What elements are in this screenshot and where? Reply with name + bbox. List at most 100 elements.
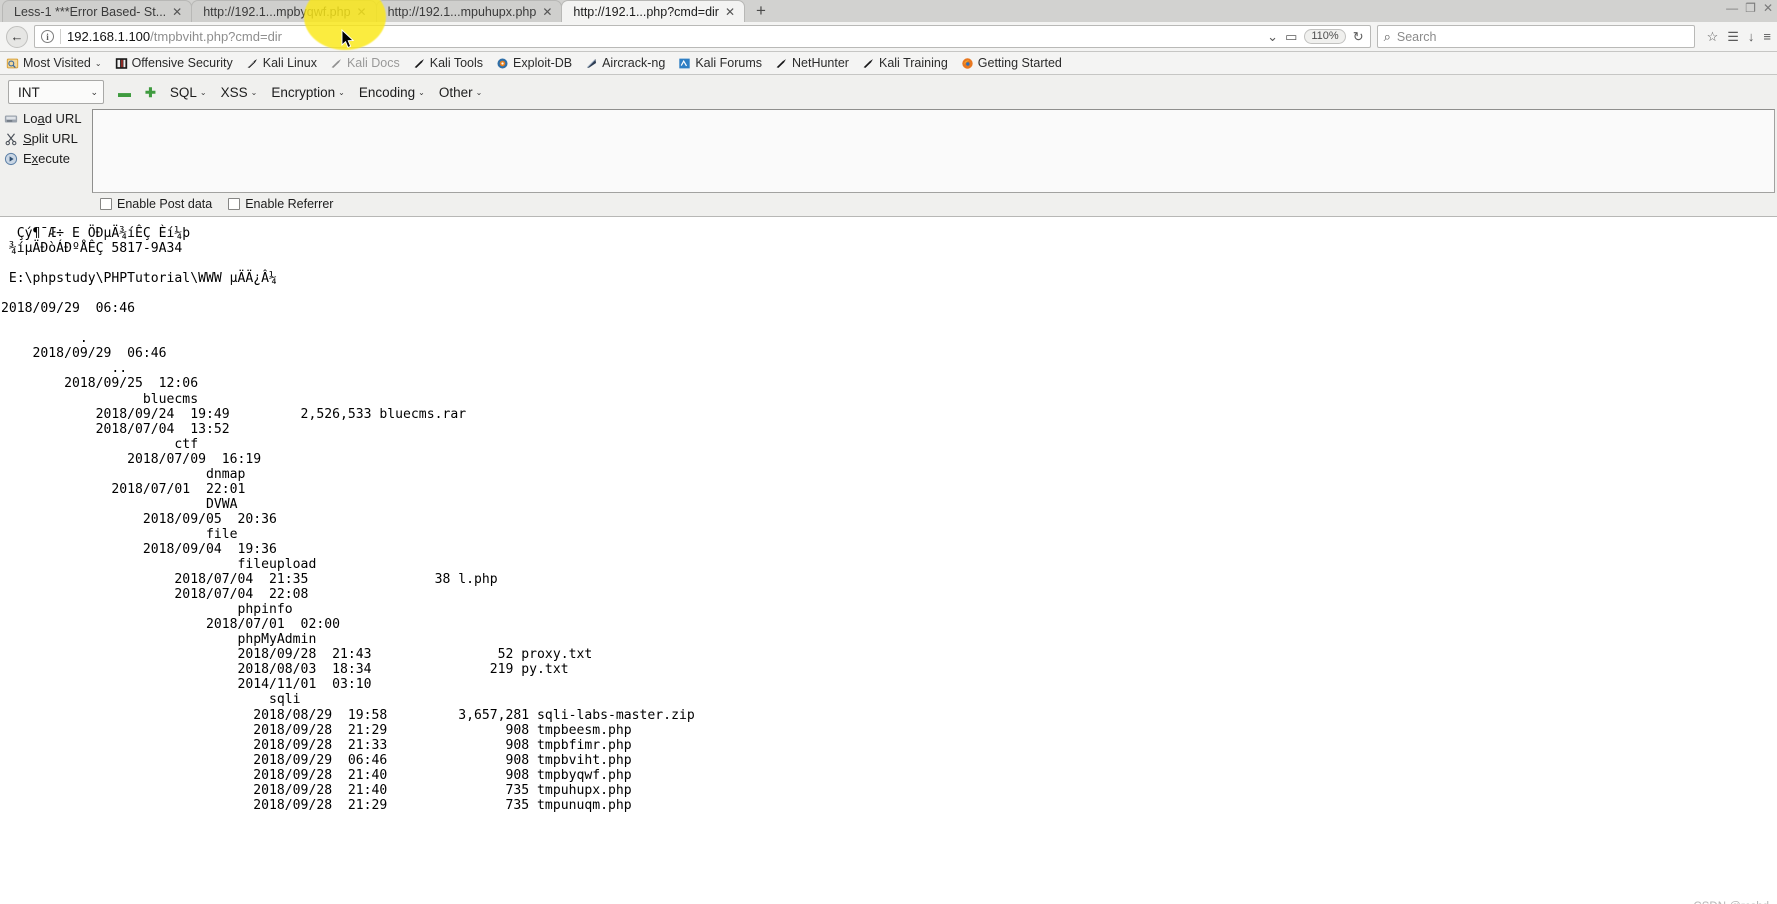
chevron-down-icon: ⌄ (338, 87, 345, 97)
reader-view-icon[interactable]: ▭ (1285, 30, 1297, 43)
checkbox-box[interactable] (228, 198, 241, 210)
bookmark-label: Exploit-DB (513, 56, 573, 70)
bookmark-kali-linux[interactable]: Kali Linux (246, 56, 317, 70)
enable-post-data-checkbox[interactable]: Enable Post data (100, 197, 212, 211)
kali-dragon-icon (331, 58, 341, 68)
back-button[interactable]: ← (6, 25, 28, 48)
hackbar-type-value: INT (18, 84, 40, 100)
bookmark-label: Kali Linux (262, 56, 317, 70)
tab-label: http://192.1...php?cmd=dir (573, 4, 719, 19)
bookmark-getting-started[interactable]: Getting Started (961, 56, 1062, 70)
url-bar[interactable]: i 192.168.1.100/tmpbviht.php?cmd=dir ⌄ ▭… (34, 25, 1371, 48)
close-icon[interactable]: ✕ (725, 6, 735, 18)
close-icon[interactable]: ✕ (542, 6, 552, 18)
bookmark-label: Most Visited (23, 56, 91, 70)
checkbox-label: Enable Post data (117, 197, 213, 211)
split-url-label: Split URL (23, 131, 78, 146)
bookmark-label: Kali Docs (346, 56, 400, 70)
minimize-icon[interactable]: — (1726, 1, 1738, 15)
bookmark-most-visited[interactable]: Most Visited ⌄ (6, 56, 102, 70)
hackbar-type-select[interactable]: INT ⌄ (8, 80, 104, 104)
zoom-level-badge[interactable]: 110% (1304, 29, 1346, 44)
page-info-icon[interactable]: i (41, 30, 54, 43)
execute-button[interactable]: Execute (4, 151, 92, 166)
load-url-label: Load URL (23, 111, 82, 126)
chevron-down-icon: ⌄ (250, 87, 258, 97)
browser-tab-3[interactable]: http://192.1...mpuhupx.php ✕ (375, 0, 563, 22)
browser-tab-4-active[interactable]: http://192.1...php?cmd=dir ✕ (561, 0, 746, 22)
bookmark-kali-docs[interactable]: Kali Docs (330, 56, 400, 70)
back-arrow-icon: ← (10, 29, 24, 44)
chevron-down-icon: ⌄ (475, 87, 483, 97)
chevron-down-icon: ⌄ (199, 87, 207, 97)
library-icon[interactable]: ☰ (1727, 30, 1739, 43)
enable-referrer-checkbox[interactable]: Enable Referrer (228, 197, 333, 211)
aircrack-icon (587, 58, 597, 68)
url-text: 192.168.1.100/tmpbviht.php?cmd=dir (67, 29, 1261, 44)
hackbar-menu-row: INT ⌄ ▬ ✚ SQL ⌄ XSS ⌄ Encryption ⌄ Encod… (0, 80, 1777, 109)
app-menu-icon[interactable]: ≡ (1763, 30, 1771, 43)
reload-icon[interactable]: ↻ (1353, 30, 1364, 43)
dir-command-output: Çý¶¯Æ÷ E ÖÐµÄ¾íÊÇ Èí¼þ ¾íµÄÐòÁÐºÅÊÇ 5817… (1, 226, 695, 813)
search-bar[interactable]: ⌕ Search (1376, 25, 1695, 48)
split-url-button[interactable]: Split URL (4, 131, 92, 146)
bookmark-kali-forums[interactable]: Kali Forums (678, 56, 762, 70)
window-close-icon[interactable]: ✕ (1763, 1, 1773, 15)
chevron-down-icon: ⌄ (94, 58, 102, 68)
url-divider (60, 29, 61, 44)
window-controls: — ❐ ✕ (1726, 1, 1773, 15)
tab-strip: Less-1 ***Error Based- St... ✕ http://19… (0, 0, 1777, 22)
hackbar-menu-sql[interactable]: SQL ⌄ (170, 85, 207, 100)
bookmark-label: Getting Started (977, 56, 1062, 70)
load-url-icon (4, 115, 18, 122)
hackbar-menu-encryption[interactable]: Encryption ⌄ (271, 85, 345, 100)
menu-label: XSS (220, 84, 248, 100)
maximize-icon[interactable]: ❐ (1745, 1, 1756, 15)
close-icon[interactable]: ✕ (357, 6, 367, 18)
menu-label: SQL (169, 84, 197, 100)
hackbar-menu-other[interactable]: Other ⌄ (439, 85, 482, 100)
bookmark-exploit-db[interactable]: Exploit-DB (496, 56, 572, 70)
bookmark-kali-tools[interactable]: Kali Tools (413, 56, 483, 70)
bookmark-nethunter[interactable]: NetHunter (775, 56, 849, 70)
bookmark-aircrack-ng[interactable]: Aircrack-ng (585, 56, 665, 70)
navigation-toolbar: ← i 192.168.1.100/tmpbviht.php?cmd=dir ⌄… (0, 22, 1777, 52)
bookmark-label: Aircrack-ng (602, 56, 666, 70)
remove-row-button[interactable]: ▬ (118, 86, 131, 99)
menu-label: Other (438, 84, 473, 100)
bookmark-star-icon[interactable]: ☆ (1707, 30, 1719, 43)
chevron-down-icon: ⌄ (90, 86, 98, 97)
kali-dragon-icon (863, 58, 873, 68)
toolbar-actions: ☆ ☰ ↓ ≡ (1701, 30, 1771, 43)
new-tab-button[interactable]: + (744, 2, 776, 21)
chevron-down-icon: ⌄ (418, 87, 425, 97)
tab-label: http://192.1...mpuhupx.php (387, 4, 537, 19)
checkbox-label: Enable Referrer (245, 197, 334, 211)
bookmark-label: Kali Training (878, 56, 948, 70)
checkbox-box[interactable] (100, 198, 112, 210)
hackbar-toolbar: INT ⌄ ▬ ✚ SQL ⌄ XSS ⌄ Encryption ⌄ Encod… (0, 75, 1777, 217)
search-placeholder: Search (1396, 29, 1437, 44)
offsec-icon (115, 57, 127, 69)
tab-label: Less-1 ***Error Based- St... (14, 4, 167, 19)
browser-tab-1[interactable]: Less-1 ***Error Based- St... ✕ (2, 0, 193, 22)
download-icon[interactable]: ↓ (1748, 30, 1755, 43)
close-icon[interactable]: ✕ (172, 6, 182, 18)
most-visited-icon (6, 58, 19, 68)
split-url-scissors-icon (5, 132, 17, 145)
bookmark-label: Kali Tools (429, 56, 484, 70)
hackbar-menu-xss[interactable]: XSS ⌄ (221, 85, 258, 100)
search-icon: ⌕ (1383, 29, 1391, 44)
execute-label: Execute (23, 151, 70, 166)
hackbar-url-textarea[interactable] (92, 109, 1775, 193)
kali-dragon-icon (414, 58, 424, 68)
bookmark-kali-training[interactable]: Kali Training (862, 56, 948, 70)
chevron-down-icon[interactable]: ⌄ (1267, 30, 1278, 43)
add-row-button[interactable]: ✚ (145, 86, 156, 99)
bookmark-offensive-security[interactable]: Offensive Security (115, 56, 233, 70)
execute-play-icon (4, 152, 18, 165)
kali-dragon-icon (247, 58, 257, 68)
load-url-button[interactable]: Load URL (4, 111, 92, 126)
hackbar-menu-encoding[interactable]: Encoding ⌄ (359, 85, 425, 100)
browser-tab-2[interactable]: http://192.1...mpbyqwf.php ✕ (191, 0, 377, 22)
